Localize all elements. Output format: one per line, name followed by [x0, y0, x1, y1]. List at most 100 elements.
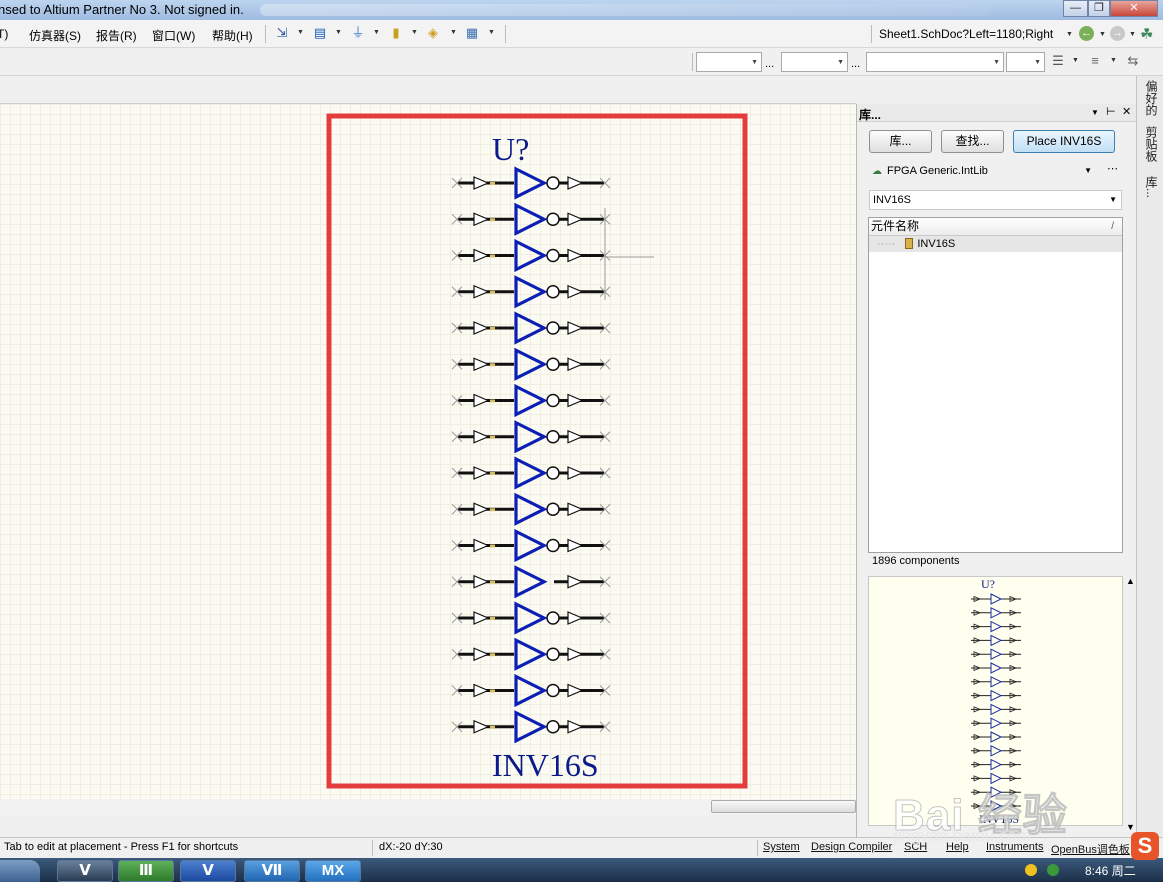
close-button[interactable]: ✕: [1110, 0, 1158, 17]
tab-favorites[interactable]: 偏好的: [1140, 80, 1160, 116]
chevron-down-icon[interactable]: ▼: [1084, 162, 1092, 180]
menu-simulator[interactable]: 仿真器(S): [29, 27, 81, 44]
pin-hotspot: [490, 653, 495, 657]
status-divider: [372, 840, 373, 856]
menu-window[interactable]: 窗口(W): [152, 27, 195, 44]
font-combo[interactable]: ▼: [696, 52, 762, 72]
back-icon[interactable]: ←: [1079, 26, 1094, 41]
pin-panel-icon[interactable]: ⊢: [1106, 105, 1116, 118]
chevron-down-icon[interactable]: ▼: [1109, 191, 1117, 209]
panel-title: 库...: [859, 108, 882, 122]
pin-icon[interactable]: ▮: [388, 25, 404, 41]
input-direction-marker: [473, 683, 490, 698]
library-select[interactable]: ☁ FPGA Generic.IntLib ▼: [869, 162, 1122, 182]
list-item-label: INV16S: [917, 238, 956, 250]
maximize-button[interactable]: ❐: [1088, 0, 1110, 17]
list-header[interactable]: 元件名称 /: [869, 218, 1122, 236]
output-direction-marker: [567, 321, 584, 335]
preview-gate: [971, 758, 1021, 771]
taskbar-app-tools[interactable]: Ⅴ: [57, 860, 113, 882]
chevron-down-icon[interactable]: ▼: [488, 29, 495, 36]
preview-gate: [971, 717, 1021, 730]
address-field[interactable]: Sheet1.SchDoc?Left=1180;Right: [876, 25, 1074, 43]
menu-tools[interactable]: T): [0, 27, 8, 41]
inversion-bubble: [546, 285, 560, 299]
inverter-gate: [451, 202, 611, 236]
component-list[interactable]: 元件名称 / ····· INV16S: [868, 217, 1123, 553]
input-direction-marker: [473, 176, 490, 190]
forward-icon[interactable]: →: [1110, 26, 1125, 41]
title-bar: nsed to Altium Partner No 3. Not signed …: [0, 0, 1163, 20]
distribute-icon[interactable]: ≡: [1087, 53, 1103, 69]
list-item[interactable]: ····· INV16S: [869, 236, 1122, 252]
preview-scrollbar[interactable]: ▲ ▼: [1124, 576, 1136, 834]
more-dots: ...: [851, 58, 861, 70]
menu-help[interactable]: 帮助(H): [212, 27, 253, 44]
title-bar-glass: [260, 4, 990, 16]
size-combo[interactable]: ▼: [781, 52, 848, 72]
chevron-down-icon[interactable]: ▼: [1099, 31, 1106, 38]
minimize-button[interactable]: —: [1063, 0, 1088, 17]
chevron-down-icon[interactable]: ▼: [450, 29, 457, 36]
align-icon[interactable]: ☰: [1050, 53, 1066, 69]
chevron-down-icon[interactable]: ▼: [411, 29, 418, 36]
style-combo[interactable]: ▼: [866, 52, 1004, 72]
taskbar-app-viewer[interactable]: Ⅶ: [244, 860, 300, 882]
bus-icon[interactable]: ▤: [312, 25, 328, 41]
grid-icon[interactable]: ▦: [464, 25, 480, 41]
panel-system-button[interactable]: System: [763, 841, 800, 853]
taskbar-app-mx[interactable]: MX: [305, 860, 361, 882]
inverter-body: [514, 202, 548, 236]
close-panel-icon[interactable]: ✕: [1122, 105, 1131, 118]
wire-icon[interactable]: ⇲: [274, 25, 290, 41]
sort-icon[interactable]: /: [1111, 218, 1114, 235]
home-icon[interactable]: ☘: [1140, 25, 1153, 43]
tab-clipboard[interactable]: 剪贴板: [1140, 126, 1160, 162]
panel-menu-icon[interactable]: ▼: [1091, 108, 1099, 117]
scroll-down-icon[interactable]: ▼: [1126, 822, 1135, 832]
chevron-down-icon[interactable]: ▼: [1110, 57, 1117, 64]
preview-gate-body: [990, 648, 1003, 661]
chevron-down-icon[interactable]: ▼: [373, 29, 380, 36]
taskbar-app-word[interactable]: Ⅴ: [180, 860, 236, 882]
sogou-ime-icon[interactable]: S: [1131, 832, 1159, 860]
output-direction-marker: [567, 719, 584, 734]
search-button[interactable]: 查找...: [941, 130, 1004, 153]
tray-icon[interactable]: [1025, 864, 1037, 876]
swap-icon[interactable]: ⇆: [1125, 53, 1141, 69]
inversion-bubble: [546, 357, 560, 371]
libraries-button[interactable]: 库...: [869, 130, 932, 153]
horizontal-scrollbar[interactable]: [0, 799, 856, 815]
column-component-name[interactable]: 元件名称: [871, 219, 919, 233]
chevron-down-icon[interactable]: ▼: [1072, 57, 1079, 64]
chevron-down-icon[interactable]: ▼: [297, 29, 304, 36]
inverter-gate: [451, 275, 611, 309]
schematic-sheet[interactable]: U? INV16S: [0, 104, 856, 799]
inverter-gate: [451, 565, 611, 599]
port-icon[interactable]: ◈: [425, 25, 441, 41]
schematic-canvas[interactable]: U? INV16S: [0, 104, 856, 799]
preview-gate: [971, 648, 1021, 661]
library-options-button[interactable]: ⋯: [1107, 162, 1118, 175]
start-button[interactable]: [0, 860, 40, 882]
tray-icon[interactable]: [1047, 864, 1059, 876]
scrollbar-thumb[interactable]: [711, 800, 856, 813]
inverter-gate: [451, 238, 611, 273]
panel-openbus-button[interactable]: OpenBus调色板: [1051, 841, 1130, 857]
inverter-body: [514, 637, 548, 671]
chevron-down-icon[interactable]: ▼: [1129, 31, 1136, 38]
panel-design-compiler-button[interactable]: Design Compiler: [811, 841, 892, 853]
zoom-combo[interactable]: ▼: [1006, 52, 1045, 72]
filter-select[interactable]: INV16S ▼: [869, 190, 1122, 210]
more-dots: ...: [765, 58, 775, 70]
ground-icon[interactable]: ⏚: [350, 25, 366, 41]
scroll-up-icon[interactable]: ▲: [1126, 576, 1135, 586]
tab-libraries[interactable]: 库...: [1140, 176, 1160, 198]
place-component-button[interactable]: Place INV16S: [1013, 130, 1115, 153]
chevron-down-icon[interactable]: ▼: [335, 29, 342, 36]
chevron-down-icon[interactable]: ▼: [1066, 31, 1073, 38]
taskbar-app-altium[interactable]: Ⅲ: [118, 860, 174, 882]
pin-hotspot: [490, 508, 495, 512]
windows-taskbar: Ⅴ Ⅲ Ⅴ Ⅶ MX 8:46 周二: [0, 858, 1163, 882]
menu-reports[interactable]: 报告(R): [96, 27, 137, 44]
